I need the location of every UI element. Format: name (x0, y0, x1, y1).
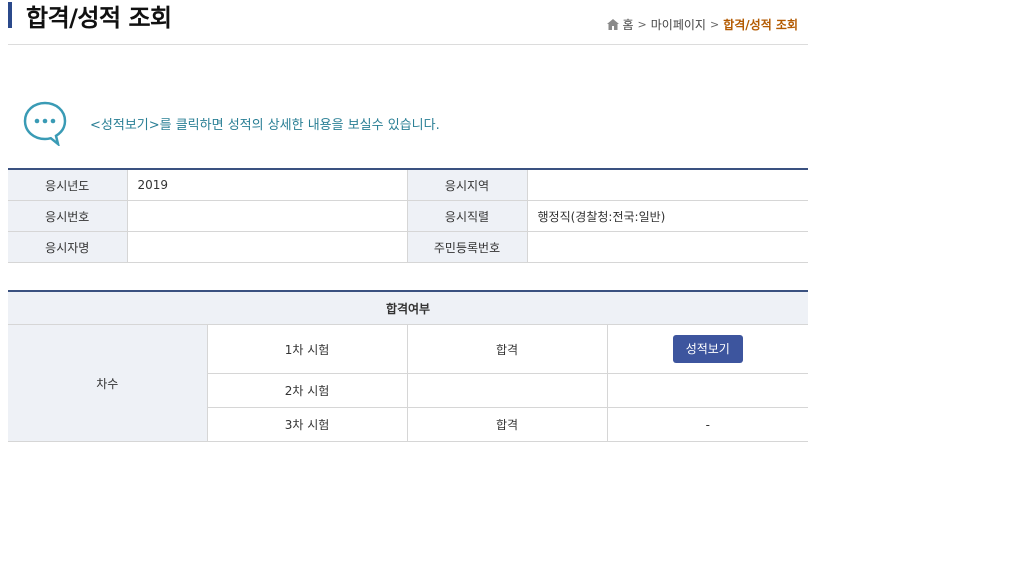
exam-status-2 (407, 373, 608, 408)
region-label: 응시지역 (407, 169, 528, 201)
exam-number-value (127, 200, 408, 232)
resident-id-label: 주민등록번호 (407, 231, 528, 263)
breadcrumb-current: 합격/성적 조회 (723, 18, 798, 32)
notice-text: <성적보기>를 클릭하면 성적의 상세한 내용을 보실수 있습니다. (90, 117, 440, 133)
view-score-button[interactable]: 성적보기 (672, 335, 743, 363)
pass-status-header: 합격여부 (8, 291, 809, 325)
score-action-cell-1: 성적보기 (607, 324, 809, 374)
page-title: 합격/성적 조회 (26, 4, 172, 32)
exam-round-1: 1차 시험 (207, 324, 408, 374)
table-row: 응시자명 주민등록번호 (8, 231, 808, 263)
job-series-value: 행정직(경찰청:전국:일반) (527, 200, 808, 232)
applicant-info-table: 응시년도 2019 응시지역 응시번호 응시직렬 행정직(경찰청:전국:일반) … (8, 168, 808, 263)
notice: <성적보기>를 클릭하면 성적의 상세한 내용을 보실수 있습니다. (22, 100, 440, 146)
exam-round-3: 3차 시험 (207, 407, 408, 442)
table-row: 응시번호 응시직렬 행정직(경찰청:전국:일반) (8, 200, 808, 232)
year-label: 응시년도 (8, 169, 128, 201)
pass-result-table: 합격여부 차수 1차 시험 합격 성적보기 2차 시험 3차 시험 합격 - (8, 290, 809, 442)
page-header: 합격/성적 조회 홈 > 마이페이지 > 합격/성적 조회 (8, 0, 808, 45)
year-value: 2019 (127, 169, 408, 201)
breadcrumb-mypage[interactable]: 마이페이지 (651, 16, 706, 33)
table-row: 응시년도 2019 응시지역 (8, 169, 808, 201)
home-icon[interactable] (606, 19, 619, 30)
chevron-right-icon: > (709, 18, 720, 31)
table-row: 합격여부 (8, 291, 809, 325)
exam-number-label: 응시번호 (8, 200, 128, 232)
chevron-right-icon: > (637, 18, 647, 31)
exam-status-1: 합격 (407, 324, 608, 374)
score-action-cell-2 (607, 373, 809, 408)
exam-round-2: 2차 시험 (207, 373, 408, 408)
applicant-name-label: 응시자명 (8, 231, 128, 263)
table-row: 차수 1차 시험 합격 성적보기 (8, 324, 809, 442)
resident-id-value (527, 231, 808, 263)
region-value (527, 169, 808, 201)
title-accent-bar (8, 2, 12, 28)
applicant-name-value (127, 231, 408, 263)
breadcrumb-home[interactable]: 홈 (623, 16, 634, 33)
speech-bubble-icon (23, 101, 67, 146)
round-label: 차수 (8, 324, 208, 442)
exam-status-3: 합격 (407, 407, 608, 442)
job-series-label: 응시직렬 (407, 200, 528, 232)
score-action-cell-3: - (607, 407, 809, 442)
breadcrumb: 홈 > 마이페이지 > 합격/성적 조회 (606, 16, 798, 33)
